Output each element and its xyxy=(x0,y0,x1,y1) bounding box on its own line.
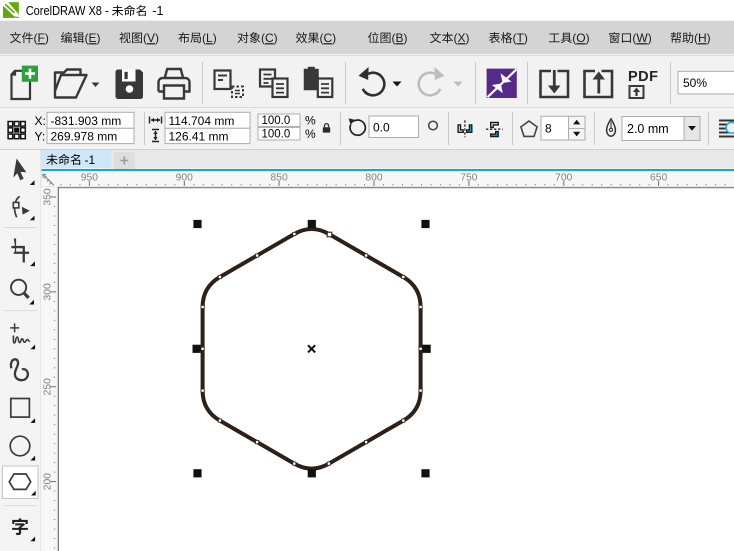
svg-text:-831.903 mm: -831.903 mm xyxy=(51,114,122,128)
svg-text:(F): (F) xyxy=(34,31,49,45)
svg-text:0.0: 0.0 xyxy=(373,121,390,135)
svg-text:269.978 mm: 269.978 mm xyxy=(51,129,118,143)
svg-text:X:: X: xyxy=(35,114,46,128)
svg-text:-1: -1 xyxy=(152,4,163,18)
svg-text:(T): (T) xyxy=(513,31,528,45)
svg-text:126.41 mm: 126.41 mm xyxy=(169,129,229,143)
svg-text:(B): (B) xyxy=(392,31,408,45)
svg-text:50%: 50% xyxy=(683,76,707,90)
svg-text:(C): (C) xyxy=(261,31,278,45)
svg-text:PDF: PDF xyxy=(628,69,659,85)
svg-text:(L): (L) xyxy=(202,31,217,45)
svg-text:100.0: 100.0 xyxy=(262,115,291,127)
svg-text:114.704 mm: 114.704 mm xyxy=(169,114,235,128)
svg-text:2.0 mm: 2.0 mm xyxy=(627,122,669,136)
svg-text:-1: -1 xyxy=(85,153,96,167)
svg-text:(H): (H) xyxy=(694,31,711,45)
svg-text:%: % xyxy=(305,114,316,128)
svg-text:Y:: Y: xyxy=(35,129,46,143)
svg-text:CorelDRAW X8 -: CorelDRAW X8 - xyxy=(26,4,109,18)
svg-text:8: 8 xyxy=(545,122,552,136)
svg-text:(V): (V) xyxy=(143,31,159,45)
svg-text:100.0: 100.0 xyxy=(262,129,291,141)
svg-text:(W): (W) xyxy=(632,31,651,45)
svg-text:%: % xyxy=(305,127,316,141)
svg-text:(X): (X) xyxy=(454,31,470,45)
svg-text:(C): (C) xyxy=(320,31,337,45)
svg-text:(O): (O) xyxy=(572,31,589,45)
svg-text:(E): (E) xyxy=(85,31,101,45)
